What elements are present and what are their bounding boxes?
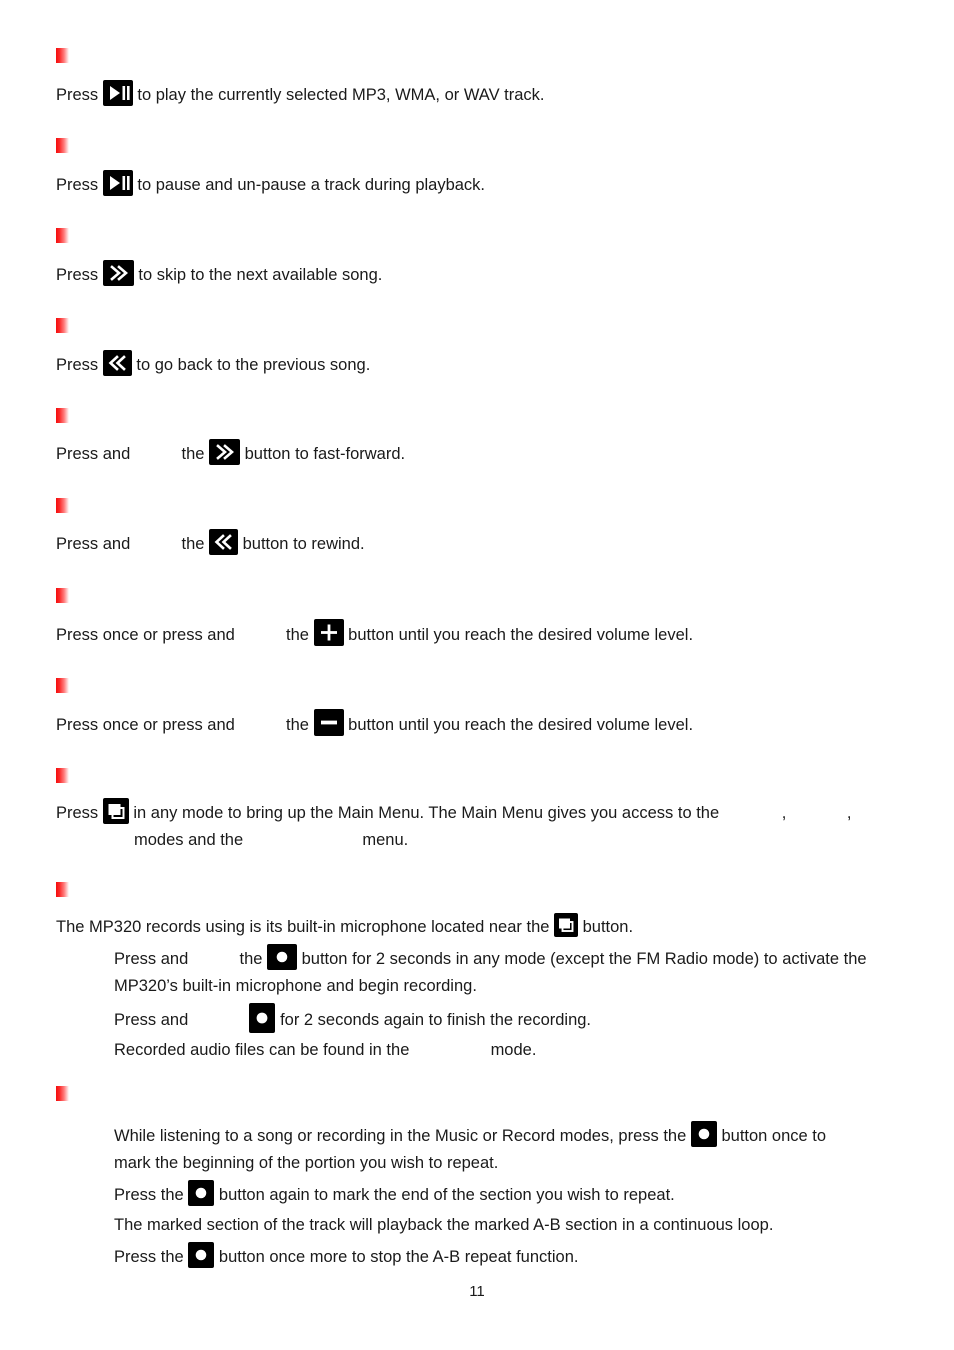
instruction-text: to go back to the previous song. <box>136 356 371 374</box>
instruction-text: the <box>286 716 309 734</box>
volume-down-icon <box>313 709 344 736</box>
next-track-icon <box>102 260 134 286</box>
instruction-text: The MP320 records using is its built-in … <box>56 918 550 936</box>
instruction-text: the <box>181 535 205 553</box>
instruction-main-menu: Press in any mode to bring up the Main M… <box>56 798 852 854</box>
instruction-text: Press the <box>114 1186 184 1204</box>
bullet-marker <box>56 678 69 693</box>
instruction-text: for 2 seconds again to finish the record… <box>280 1011 592 1029</box>
instruction-text: the <box>286 626 309 644</box>
menu-icon <box>554 913 579 937</box>
recording-step-2: Press and for 2 seconds again to finish … <box>114 1003 867 1034</box>
recording-intro: The MP320 records using is its built-in … <box>56 913 867 941</box>
instruction-text: Press <box>56 356 99 374</box>
instruction-text: button. <box>582 918 634 936</box>
instruction-text: Press <box>56 86 99 104</box>
menu-icon <box>102 798 129 824</box>
instruction-text: button until you reach the desired volum… <box>348 716 694 734</box>
record-icon <box>249 1003 276 1033</box>
manual-page: Press to play the currently selected MP3… <box>0 0 954 1350</box>
instruction-text: button until you reach the desired volum… <box>348 626 694 644</box>
instruction-text: mode. <box>490 1041 537 1059</box>
instruction-text: Press and <box>114 950 189 968</box>
instruction-text: Press <box>56 176 99 194</box>
previous-track-icon <box>102 350 132 376</box>
bullet-marker <box>56 882 69 897</box>
instruction-text: button to rewind. <box>242 535 365 553</box>
instruction-text: Press and <box>56 445 131 463</box>
instruction-text: in any mode to bring up the Main Menu. T… <box>133 804 720 822</box>
instruction-pause: Press to pause and un-pause a track duri… <box>56 170 485 199</box>
page-number: 11 <box>469 1283 485 1300</box>
main-menu-line-2: modes and the menu. <box>134 827 852 854</box>
instruction-text: Press and <box>114 1011 189 1029</box>
instruction-text: The marked section of the track will pla… <box>114 1216 774 1234</box>
instruction-text: Press the <box>114 1248 184 1266</box>
instruction-text: to play the currently selected MP3, WMA,… <box>137 86 545 104</box>
instruction-volume-up: Press once or press and the button until… <box>56 619 693 649</box>
volume-up-icon <box>313 619 344 646</box>
instruction-text: button once more to stop the A-B repeat … <box>218 1248 579 1266</box>
instruction-text: Press and <box>56 535 131 553</box>
instruction-text: the <box>181 445 205 463</box>
instruction-text: Press <box>56 266 99 284</box>
record-icon <box>188 1180 215 1206</box>
instruction-previous-track: Press to go back to the previous song. <box>56 350 370 379</box>
ab-repeat-line-3: The marked section of the track will pla… <box>114 1212 826 1239</box>
record-icon <box>267 944 298 970</box>
previous-track-icon <box>209 529 239 555</box>
bullet-marker <box>56 228 69 243</box>
ab-repeat-line-4: Press the button once more to stop the A… <box>114 1242 826 1271</box>
ab-repeat-line-1: While listening to a song or recording i… <box>114 1121 826 1150</box>
play-pause-icon <box>102 80 133 106</box>
instruction-text: button once to <box>721 1127 827 1145</box>
bullet-marker <box>56 408 69 423</box>
instruction-text: menu. <box>362 831 409 849</box>
instruction-text: Press <box>56 804 99 822</box>
record-icon <box>690 1121 717 1147</box>
instruction-text: the <box>239 950 263 968</box>
bullet-marker <box>56 588 69 603</box>
bullet-marker <box>56 138 69 153</box>
instruction-rewind: Press and the button to rewind. <box>56 529 365 558</box>
ab-repeat-line-2: Press the button again to mark the end o… <box>114 1180 826 1209</box>
ab-repeat-line-1-cont: mark the beginning of the portion you wi… <box>114 1150 826 1177</box>
instruction-text: mark the beginning of the portion you wi… <box>114 1154 499 1172</box>
bullet-marker <box>56 768 69 783</box>
bullet-marker <box>56 498 69 513</box>
instruction-text: button to fast-forward. <box>244 445 406 463</box>
instruction-text: to pause and un-pause a track during pla… <box>137 176 486 194</box>
instruction-text: MP320’s built-in microphone and begin re… <box>114 977 477 995</box>
instruction-volume-down: Press once or press and the button until… <box>56 709 693 739</box>
instruction-recording: The MP320 records using is its built-in … <box>56 913 867 1064</box>
instruction-next-track: Press to skip to the next available song… <box>56 260 382 289</box>
recording-step-1-cont: MP320’s built-in microphone and begin re… <box>114 973 867 1000</box>
instruction-text: Recorded audio files can be found in the <box>114 1041 410 1059</box>
instruction-text: button for 2 seconds in any mode (except… <box>301 950 867 968</box>
instruction-text: button again to mark the end of the sect… <box>218 1186 675 1204</box>
instruction-ab-repeat: While listening to a song or recording i… <box>114 1121 826 1271</box>
main-menu-line-1: Press in any mode to bring up the Main M… <box>56 798 852 827</box>
instruction-text: While listening to a song or recording i… <box>114 1127 687 1145</box>
instruction-text: Press once or press and <box>56 716 235 734</box>
recording-step-1: Press and the button for 2 seconds in an… <box>114 944 867 973</box>
instruction-text: modes and the <box>134 831 244 849</box>
next-track-icon <box>209 439 241 465</box>
instruction-play: Press to play the currently selected MP3… <box>56 80 545 109</box>
bullet-marker <box>56 318 69 333</box>
bullet-marker <box>56 48 69 63</box>
bullet-marker <box>56 1086 69 1101</box>
instruction-text: Press once or press and <box>56 626 235 644</box>
instruction-fast-forward: Press and the button to fast-forward. <box>56 439 405 468</box>
play-pause-icon <box>102 170 133 196</box>
recording-footer: Recorded audio files can be found in the… <box>114 1037 867 1064</box>
instruction-text: to skip to the next available song. <box>138 266 383 284</box>
record-icon <box>188 1242 215 1268</box>
